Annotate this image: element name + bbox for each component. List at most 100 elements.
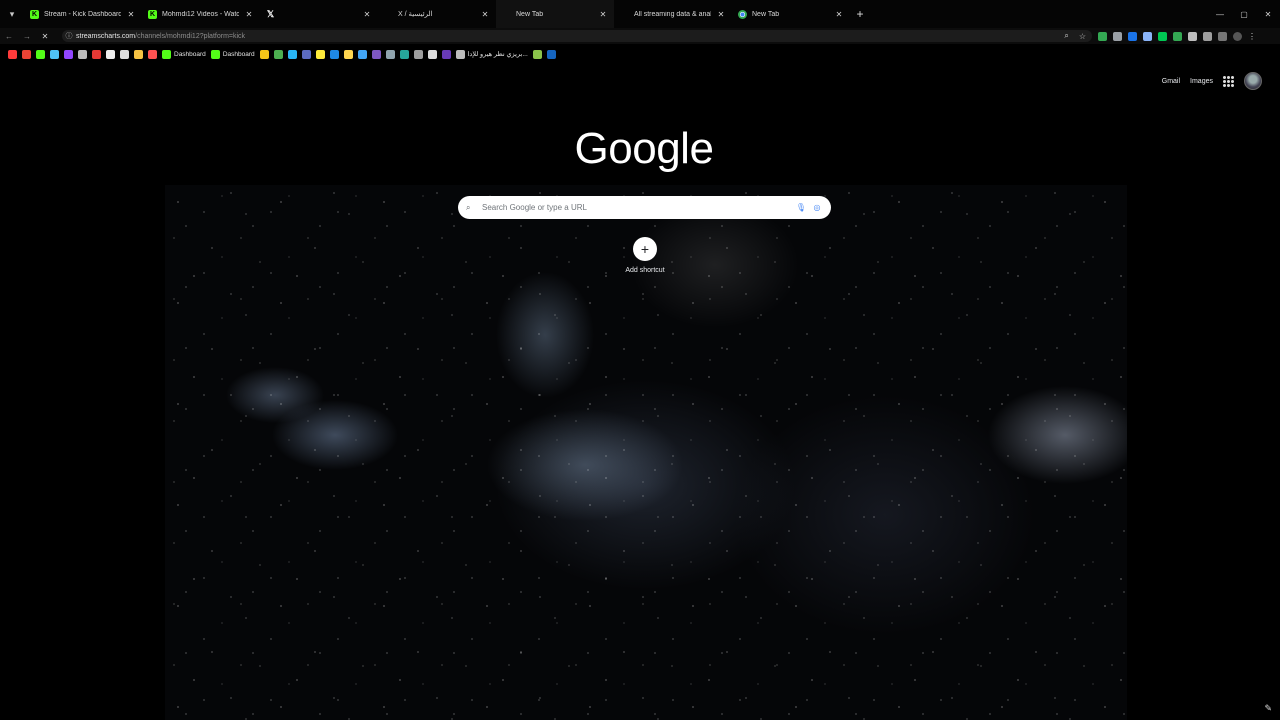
bookmark-item[interactable] [287,49,297,59]
close-tab-icon[interactable]: ✕ [834,10,844,19]
x-icon: 𝕏 [266,8,275,19]
bookmark-item[interactable] [8,49,17,59]
bookmark-item[interactable] [64,49,73,59]
puzzle-icon[interactable] [1188,31,1197,41]
bookmark-item[interactable] [92,49,101,59]
tab-title: Mohmdi12 Videos - Watch On [162,10,239,18]
browser-toolbar: ← → ✕ ⓘ streamscharts.com /channels/mohm… [0,28,1280,44]
bookmark-item[interactable] [148,49,157,59]
bookmark-star-icon[interactable]: ☆ [1079,32,1086,41]
tab-title: New Tab [516,10,544,18]
extension-icon[interactable] [1203,31,1212,41]
bookmark-item[interactable] [50,49,59,59]
bookmark-icon [134,49,143,59]
tab[interactable]: X / الرئيسية ✕ [378,0,496,28]
google-apps-icon[interactable] [1223,75,1234,87]
extension-icon[interactable] [1128,31,1137,41]
bookmark-item[interactable] [546,49,556,59]
bookmark-item[interactable]: بريزي نظر هيرو للإدا... [455,49,528,59]
maximize-icon[interactable]: ▢ [1232,0,1256,28]
top-links: Gmail Images [1162,72,1262,90]
search-input[interactable] [478,202,795,213]
tab-search-icon[interactable]: ▾ [0,0,24,28]
back-button[interactable]: ← [0,32,18,41]
bookmark-item[interactable] [36,49,45,59]
tab[interactable]: K Stream - Kick Dashboard ✕ [24,0,142,28]
tab[interactable]: New Tab ✕ [496,0,614,28]
bookmark-item[interactable] [427,49,437,59]
bookmark-item[interactable] [371,49,381,59]
bookmark-icon [441,49,451,59]
close-tab-icon[interactable]: ✕ [126,10,136,19]
stop-loading-button[interactable]: ✕ [36,32,54,41]
sidepanel-icon[interactable] [1218,31,1227,41]
favicon-icon [384,10,393,19]
extension-icon[interactable] [1158,31,1167,41]
site-info-icon[interactable]: ⓘ [62,31,76,41]
bookmark-icon [371,49,381,59]
bookmark-icon [413,49,423,59]
bookmark-icon [106,49,115,59]
chrome-icon [738,9,747,19]
zoom-icon[interactable]: ⌕ [1064,31,1068,41]
images-link[interactable]: Images [1190,78,1213,85]
bookmark-item[interactable] [259,49,269,59]
bookmark-item[interactable] [357,49,367,59]
bookmark-item[interactable] [343,49,353,59]
bookmark-icon [273,49,283,59]
bookmark-item[interactable] [106,49,115,59]
extension-icon[interactable] [1143,31,1152,41]
close-tab-icon[interactable]: ✕ [716,10,726,19]
customize-edit-icon[interactable]: ✎ [1264,703,1272,714]
plus-icon[interactable]: + [633,237,657,261]
tab-title: Stream - Kick Dashboard [44,10,121,18]
tab[interactable]: K Mohmdi12 Videos - Watch On ✕ [142,0,260,28]
address-bar[interactable]: ⓘ streamscharts.com /channels/mohmdi12?p… [62,30,1092,42]
microphone-icon[interactable]: 🎙 [795,203,807,212]
gmail-icon [22,49,31,59]
bookmark-item[interactable] [78,49,87,59]
extension-icon[interactable] [1098,31,1107,41]
menu-icon[interactable]: ⋮ [1248,32,1257,41]
tab[interactable]: 𝕏 ✕ [260,0,378,28]
bookmark-item[interactable] [399,49,409,59]
threads-icon [78,49,87,59]
close-tab-icon[interactable]: ✕ [362,10,372,19]
bookmark-item[interactable] [134,49,143,59]
profile-avatar-icon[interactable] [1233,31,1242,41]
new-tab-button[interactable]: + [850,7,870,21]
kick-icon: K [148,9,157,19]
bookmark-item[interactable] [301,49,311,59]
search-box[interactable]: ⌕ 🎙 ◎ [458,196,831,219]
close-tab-icon[interactable]: ✕ [244,10,254,19]
gmail-link[interactable]: Gmail [1162,78,1180,85]
bookmark-item[interactable] [329,49,339,59]
forward-button[interactable]: → [18,32,36,41]
tab[interactable]: All streaming data & analytics ✕ [614,0,732,28]
bookmark-item[interactable] [315,49,325,59]
bookmark-item[interactable]: Dashboard [162,49,206,59]
close-tab-icon[interactable]: ✕ [480,10,490,19]
bookmark-item[interactable] [441,49,451,59]
bookmark-item[interactable] [532,49,542,59]
bookmark-item[interactable] [273,49,283,59]
close-window-icon[interactable]: ✕ [1256,0,1280,28]
tab[interactable]: New Tab ✕ [732,0,850,28]
bookmark-item[interactable] [120,49,129,59]
minimize-icon[interactable]: — [1208,0,1232,28]
bookmarks-bar: Dashboard Dashboard بريزي نظر هيرو للإدا..… [0,46,1280,62]
kick-icon [162,49,171,59]
add-shortcut-tile[interactable]: + Add shortcut [610,237,680,274]
avatar[interactable] [1244,72,1262,90]
extension-icon[interactable] [1173,31,1182,41]
search-icon: ⌕ [466,202,471,212]
extension-icon[interactable] [1113,31,1122,41]
bookmark-item[interactable] [385,49,395,59]
close-tab-icon[interactable]: ✕ [598,10,608,19]
favicon-icon [620,10,629,19]
bookmark-item[interactable] [413,49,423,59]
bookmark-item[interactable]: Dashboard [210,49,255,59]
google-lens-icon[interactable]: ◎ [811,203,823,212]
bookmark-item[interactable] [22,49,31,59]
window-controls: — ▢ ✕ [1208,0,1280,28]
